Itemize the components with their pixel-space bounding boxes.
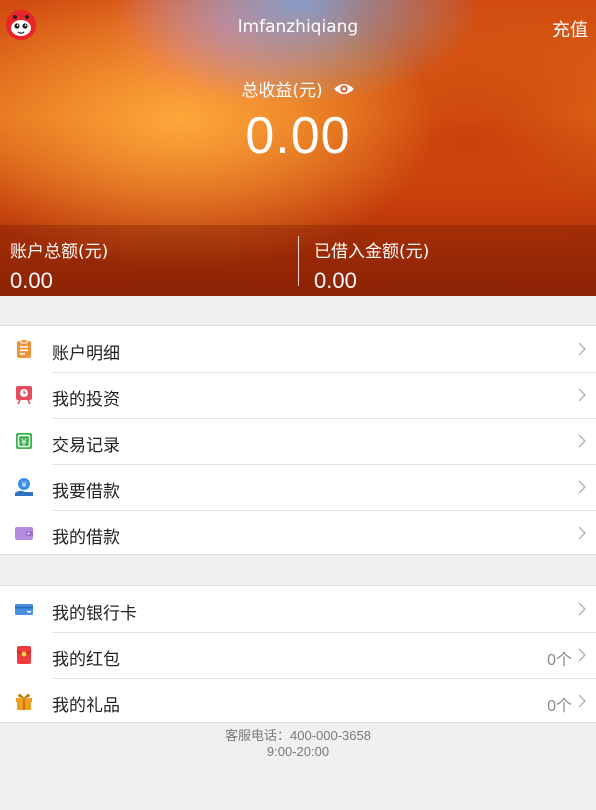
menu-item-label: 账户明细 [52,344,120,364]
account-total-label: 账户总额(元) [10,242,109,262]
customer-service-footer: 客服电话：400-000-3658 9:00-20:00 [0,728,596,760]
menu-item-label: 我的礼品 [52,696,120,716]
svg-text:¥: ¥ [21,438,27,448]
total-income-label: 总收益(元) [241,81,323,101]
money-hand-icon: ¥ [14,477,34,497]
wallet-menu: 我的银行卡 我的红包 0个 我的礼品 0个 [0,585,596,723]
menu-item-red-envelopes[interactable]: 我的红包 0个 [0,632,596,678]
menu-item-label: 我的红包 [52,650,120,670]
bank-card-icon [14,599,34,619]
account-total-value: 0.00 [10,268,53,293]
red-envelope-count: 0个 [547,652,572,669]
total-income-label-row: 总收益(元) [0,76,596,101]
clipboard-icon [14,339,34,359]
menu-item-bank-cards[interactable]: 我的银行卡 [0,586,596,632]
menu-item-transaction-records[interactable]: ¥ 交易记录 [0,418,596,464]
recharge-button[interactable]: 充值 [552,16,588,42]
top-bar: lmfanzhiqiang 充值 [0,0,596,52]
chevron-right-icon [578,648,586,662]
transaction-record-icon: ¥ [14,431,34,451]
menu-item-my-loans[interactable]: 我的借款 [0,510,596,556]
chevron-right-icon [578,434,586,448]
menu-item-label: 我的借款 [52,528,120,548]
borrowed-label: 已借入金额(元) [314,242,430,262]
chevron-right-icon [578,342,586,356]
investment-alarm-icon [14,385,34,405]
chevron-right-icon [578,388,586,402]
eye-icon[interactable] [333,81,355,101]
chevron-right-icon [578,694,586,708]
total-income-value: 0.00 [245,107,351,165]
menu-item-apply-loan[interactable]: ¥ 我要借款 [0,464,596,510]
stats-divider [298,236,299,286]
service-hours: 9:00-20:00 [266,744,330,759]
menu-item-my-investments[interactable]: 我的投资 [0,372,596,418]
svg-text:¥: ¥ [21,481,26,490]
borrowed-value: 0.00 [314,268,357,293]
gift-count: 0个 [547,698,572,715]
menu-item-gifts[interactable]: 我的礼品 0个 [0,678,596,724]
chevron-right-icon [578,602,586,616]
menu-item-account-details[interactable]: 账户明细 [0,326,596,372]
wallet-icon [14,523,34,543]
username: lmfanzhiqiang [237,17,359,37]
service-hotline: 客服电话：400-000-3658 [225,728,371,743]
gift-icon [14,691,34,711]
account-menu: 账户明细 我的投资 ¥ 交易记录 ¥ 我要借款 我的借款 [0,325,596,555]
menu-item-label: 我要借款 [52,482,120,502]
menu-item-label: 我的投资 [52,390,120,410]
chevron-right-icon [578,526,586,540]
red-envelope-icon [14,645,34,665]
earnings-header: lmfanzhiqiang 充值 总收益(元) 0.00 账户总额(元) 0.0… [0,0,596,296]
menu-item-label: 交易记录 [52,436,120,456]
chevron-right-icon [578,480,586,494]
menu-item-label: 我的银行卡 [52,604,137,624]
